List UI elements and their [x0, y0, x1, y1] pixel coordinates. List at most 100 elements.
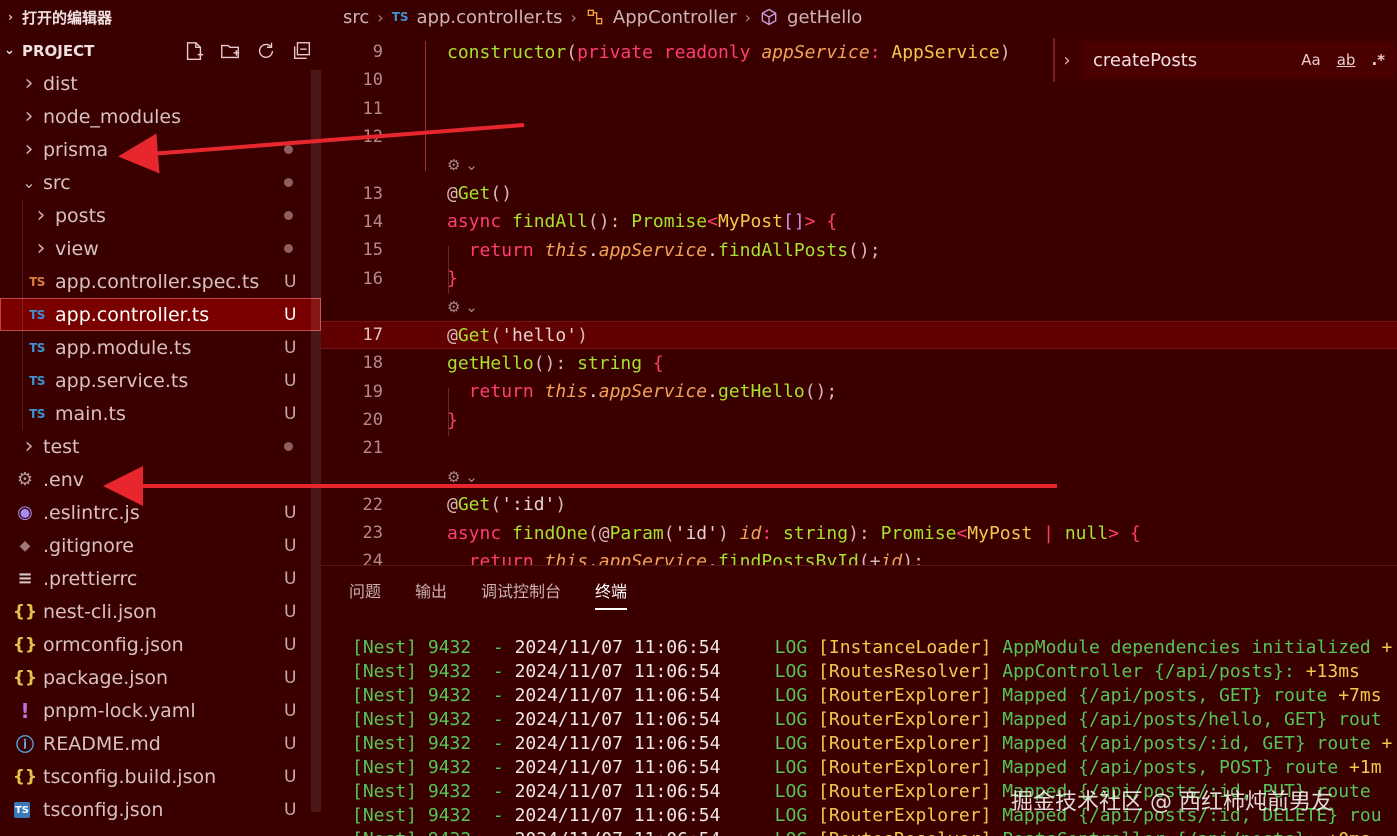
tree-item[interactable]: › node_modules: [0, 100, 321, 133]
chevron-right-icon: ›: [377, 7, 384, 27]
codelens-row[interactable]: ⚙ ⌄: [321, 462, 1397, 490]
code-line[interactable]: 12: [321, 123, 1397, 151]
code-line[interactable]: 13 @Get(): [321, 179, 1397, 207]
new-folder-icon[interactable]: [219, 40, 241, 62]
indent-guide: [22, 364, 23, 397]
breadcrumb-file[interactable]: app.controller.ts: [417, 7, 563, 28]
git-status-badge: U: [284, 799, 297, 820]
breadcrumb-method[interactable]: getHello: [787, 7, 862, 28]
tree-item[interactable]: ⓘ README.md U: [0, 727, 321, 760]
tab-debug-console[interactable]: 调试控制台: [481, 578, 561, 610]
tree-item-label: app.controller.ts: [55, 303, 210, 326]
breadcrumb-folder[interactable]: src: [343, 7, 369, 28]
code-line[interactable]: 23 async findOne(@Param('id') id: string)…: [321, 519, 1397, 547]
modified-dot: [284, 442, 293, 451]
tree-item-label: .eslintrc.js: [43, 501, 140, 524]
terminal-log-line: [Nest] 9432 - 2024/11/07 11:06:54 LOG [R…: [352, 709, 1382, 730]
json-icon: {}: [12, 634, 38, 655]
tree-item[interactable]: › view: [0, 232, 321, 265]
sidebar-scrollbar[interactable]: [311, 70, 321, 812]
tree-item[interactable]: ! pnpm-lock.yaml U: [0, 694, 321, 727]
code-line[interactable]: 16}: [321, 264, 1397, 292]
git-status-badge: U: [284, 403, 297, 424]
regex-toggle[interactable]: .*: [1371, 51, 1385, 69]
terminal-log-line: [Nest] 9432 - 2024/11/07 11:06:54 LOG [R…: [352, 733, 1393, 754]
tree-item-label: app.module.ts: [55, 336, 192, 359]
tree-item[interactable]: TS app.controller.ts U: [0, 298, 321, 331]
code-line[interactable]: 14 async findAll(): Promise<MyPost[]> {: [321, 208, 1397, 236]
indent-guide: [22, 331, 23, 364]
tree-item[interactable]: › dist: [0, 67, 321, 100]
tree-item[interactable]: ◆ .gitignore U: [0, 529, 321, 562]
tree-item[interactable]: {} ormconfig.json U: [0, 628, 321, 661]
code-line[interactable]: 19 return this.appService.getHello();: [321, 378, 1397, 406]
code-editor[interactable]: src › TS app.controller.ts › AppControll…: [321, 0, 1397, 565]
line-number: 17: [362, 325, 383, 346]
code-line[interactable]: 15 return this.appService.findAllPosts()…: [321, 236, 1397, 264]
codelens-row[interactable]: ⚙ ⌄: [321, 151, 1397, 179]
match-case-toggle[interactable]: Aa: [1301, 51, 1320, 69]
watermark: 掘金技术社区 @ 西红柿炖前男友: [1011, 790, 1333, 815]
project-header[interactable]: ⌄ PROJECT: [0, 34, 321, 67]
tree-item[interactable]: {} package.json U: [0, 661, 321, 694]
tree-item[interactable]: {} nest-cli.json U: [0, 595, 321, 628]
code-line[interactable]: 17 @Get('hello'): [321, 320, 1397, 350]
typescript-test-file-icon: TS: [29, 274, 45, 289]
code-text: }: [447, 409, 458, 431]
chevron-down-icon: ⌄: [4, 43, 15, 58]
chevron-right-icon: ›: [744, 7, 752, 27]
tree-item[interactable]: TS main.ts U: [0, 397, 321, 430]
code-lines: 9 constructor(private readonly appService…: [321, 38, 1397, 565]
tree-item[interactable]: ≡ .prettierrc U: [0, 562, 321, 595]
codelens-row[interactable]: ⚙ ⌄: [321, 293, 1397, 321]
tree-item[interactable]: ◉ .eslintrc.js U: [0, 496, 321, 529]
code-line[interactable]: 22 @Get(':id'): [321, 491, 1397, 519]
tree-item[interactable]: › prisma: [0, 133, 321, 166]
git-status-badge: U: [284, 601, 297, 622]
tab-problems[interactable]: 问题: [349, 578, 381, 610]
codelens-icon: ⚙ ⌄: [447, 156, 478, 175]
tree-item[interactable]: › posts: [0, 199, 321, 232]
indent-guide: [22, 397, 23, 430]
refresh-icon[interactable]: [255, 40, 277, 62]
git-status-badge: U: [284, 700, 297, 721]
terminal-log-line: [Nest] 9432 - 2024/11/07 11:06:54 LOG [R…: [352, 757, 1382, 778]
tree-item-label: nest-cli.json: [43, 600, 157, 623]
chevron-right-icon: ›: [24, 434, 34, 459]
tab-output[interactable]: 输出: [415, 578, 447, 610]
tree-item[interactable]: › test: [0, 430, 321, 463]
project-title: PROJECT: [22, 41, 95, 60]
collapse-all-icon[interactable]: [291, 40, 313, 62]
code-line[interactable]: 18 getHello(): string {: [321, 349, 1397, 377]
typescript-file-icon: TS: [29, 340, 45, 355]
settings-lines-icon: ≡: [17, 568, 33, 589]
tree-item[interactable]: ⚙ .env: [0, 463, 321, 496]
whole-word-toggle[interactable]: ab: [1337, 51, 1356, 69]
terminal-log-line: [Nest] 9432 - 2024/11/07 11:06:54 LOG [R…: [352, 828, 1392, 836]
code-line[interactable]: 24 return this.appService.findPostsById(…: [321, 547, 1397, 565]
typescript-file-icon: TS: [29, 406, 45, 421]
code-text: async findOne(@Param('id') id: string): …: [447, 522, 1141, 544]
breadcrumb-class[interactable]: AppController: [613, 7, 737, 28]
tree-item[interactable]: ⌄ src: [0, 166, 321, 199]
file-tree: › dist › node_modules › prisma ⌄ src › posts › view…: [0, 67, 321, 826]
code-line[interactable]: 21: [321, 434, 1397, 462]
code-line[interactable]: 11: [321, 95, 1397, 123]
tree-item[interactable]: {} tsconfig.build.json U: [0, 760, 321, 793]
tree-item-label: test: [43, 435, 80, 458]
code-line[interactable]: 20}: [321, 406, 1397, 434]
tree-item[interactable]: TS app.controller.spec.ts U: [0, 265, 321, 298]
chevron-right-icon: ›: [24, 137, 34, 162]
git-status-badge: U: [284, 766, 297, 787]
tab-terminal[interactable]: 终端: [595, 578, 628, 610]
terminal-log-line: [Nest] 9432 - 2024/11/07 11:06:54 LOG [I…: [352, 637, 1393, 658]
code-text: @Get(':id'): [447, 494, 567, 516]
chevron-right-icon[interactable]: ›: [1055, 50, 1079, 71]
new-file-icon[interactable]: [183, 40, 205, 62]
tree-item[interactable]: TS app.service.ts U: [0, 364, 321, 397]
line-number: 21: [362, 438, 383, 459]
tree-item[interactable]: TS tsconfig.json U: [0, 793, 321, 826]
tree-item[interactable]: TS app.module.ts U: [0, 331, 321, 364]
git-status-badge: U: [284, 733, 297, 754]
open-editors-header[interactable]: › 打开的编辑器: [0, 0, 321, 34]
